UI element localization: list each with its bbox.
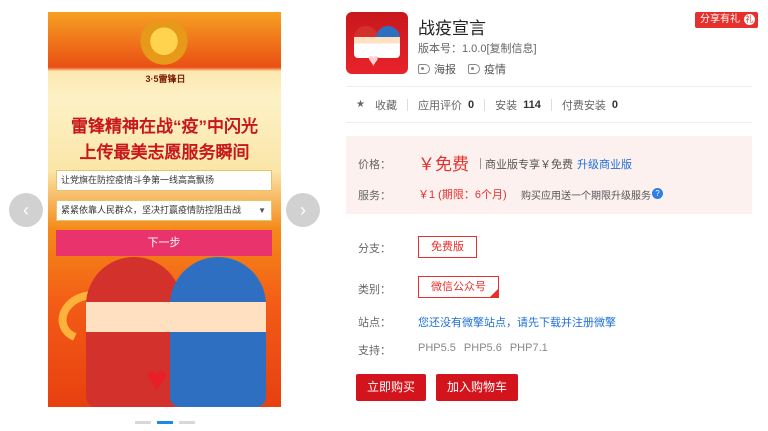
support-versions: PHP5.5 PHP5.6 PHP7.1: [418, 342, 548, 354]
heart-icon: ♥: [146, 358, 168, 399]
service-note: 购买应用送一个期限升级服务: [521, 191, 651, 202]
rating-label: 应用评价: [417, 99, 462, 112]
paid-installs-value: 0: [611, 98, 618, 111]
divider: [480, 158, 481, 169]
gift-icon: 礼: [744, 14, 755, 25]
support-version: PHP7.1: [509, 342, 548, 354]
price-value: ￥免费: [418, 155, 469, 174]
business-note: 商业版专享￥免费 升级商业版: [480, 156, 632, 172]
carousel-dot[interactable]: [179, 421, 195, 424]
help-icon[interactable]: ?: [652, 188, 663, 199]
tag-label: 疫情: [484, 64, 506, 76]
preview-carousel: ‹ 3·5雷锋日 雷锋精神在战“疫”中闪光 上传最美志愿服务瞬间 让党旗在防控疫…: [0, 0, 330, 431]
register-site-link[interactable]: 您还没有微擎站点，请先下载并注册微擎: [418, 314, 616, 330]
carousel-dots: [135, 421, 195, 424]
divider: [484, 98, 486, 111]
installs-label: 安装: [495, 99, 518, 112]
poster-text-input: 让党旗在防控疫情斗争第一线高高飘扬: [56, 170, 272, 191]
price-box: 价格： ￥免费 商业版专享￥免费 升级商业版 服务： ￥1 (期限：6个月) 购买…: [346, 136, 752, 214]
app-icon-heart-icon: ♥: [368, 50, 379, 70]
app-tags: 海报 疫情: [418, 61, 506, 77]
carousel-next-arrow-icon[interactable]: ›: [286, 193, 320, 227]
version-label: 版本号：: [418, 43, 462, 55]
copy-info-link[interactable]: [复制信息]: [486, 43, 536, 55]
support-version: PHP5.5: [418, 342, 456, 354]
rating-stat: 应用评价 0: [418, 97, 474, 113]
tag-icon: [418, 64, 430, 74]
app-title: 战疫宣言: [418, 19, 486, 38]
service-value: ￥1 (期限：6个月): [418, 189, 507, 201]
buy-now-button[interactable]: 立即购买: [356, 374, 426, 401]
branch-option-free[interactable]: 免费版: [418, 236, 477, 258]
share-reward-label: 分享有礼: [700, 14, 740, 25]
category-label: 类别：: [358, 284, 391, 296]
support-label: 支持：: [358, 345, 391, 357]
carousel-dot-active[interactable]: [157, 421, 173, 424]
paid-installs-label: 付费安装: [561, 99, 606, 112]
poster-next-button: 下一步: [56, 230, 272, 256]
price-label: 价格：: [358, 159, 391, 171]
service-label: 服务：: [358, 190, 391, 202]
app-icon: ♥: [346, 12, 408, 74]
share-reward-button[interactable]: 分享有礼 礼: [695, 12, 758, 28]
category-option-wechat[interactable]: 微信公众号 ✓: [418, 276, 499, 298]
paid-installs-stat: 付费安装 0: [562, 97, 618, 113]
poster-badge-text: 3·5雷锋日: [145, 74, 186, 84]
site-label: 站点：: [358, 317, 391, 329]
tag-epidemic[interactable]: 疫情: [468, 61, 506, 77]
app-icon-figure-blue: [376, 26, 400, 58]
dropdown-caret-icon: ▼: [258, 206, 266, 215]
installs-value: 114: [523, 98, 541, 111]
category-option-label: 微信公众号: [431, 281, 486, 293]
poster-select: 紧紧依靠人民群众，坚决打赢疫情防控阻击战 ▼: [56, 200, 272, 221]
carousel-dot[interactable]: [135, 421, 151, 424]
divider: [550, 98, 552, 111]
favorite-button[interactable]: ★ 收藏: [346, 97, 397, 113]
support-version: PHP5.6: [463, 342, 502, 354]
add-to-cart-button[interactable]: 加入购物车: [436, 374, 518, 401]
favorite-label: 收藏: [374, 99, 397, 112]
preview-poster-image: 3·5雷锋日 雷锋精神在战“疫”中闪光 上传最美志愿服务瞬间 让党旗在防控疫情斗…: [48, 12, 281, 407]
leifeng-badge-icon: [138, 22, 190, 70]
carousel-prev-arrow-icon[interactable]: ‹: [9, 193, 43, 227]
upgrade-business-link[interactable]: 升级商业版: [577, 159, 632, 171]
poster-headline-2: 上传最美志愿服务瞬间: [79, 143, 250, 162]
star-icon: ★: [356, 99, 365, 110]
stats-bar: ★ 收藏 应用评价 0 安装 114 付费安装 0: [346, 86, 752, 123]
installs-stat: 安装 114: [495, 97, 541, 113]
version-value: 1.0.0: [462, 43, 487, 55]
tag-icon: [468, 64, 480, 74]
tag-label: 海报: [434, 64, 456, 76]
divider: [406, 98, 408, 111]
business-note-text: 商业版专享￥免费: [485, 159, 573, 171]
poster-select-value: 紧紧依靠人民群众，坚决打赢疫情防控阻击战: [61, 205, 242, 215]
check-icon: ✓: [492, 285, 498, 292]
tag-poster[interactable]: 海报: [418, 61, 456, 77]
branch-label: 分支：: [358, 243, 391, 255]
poster-headline-1: 雷锋精神在战“疫”中闪光: [71, 117, 258, 136]
rating-value: 0: [467, 98, 475, 111]
app-version: 版本号：1.0.0[复制信息]: [418, 40, 537, 56]
